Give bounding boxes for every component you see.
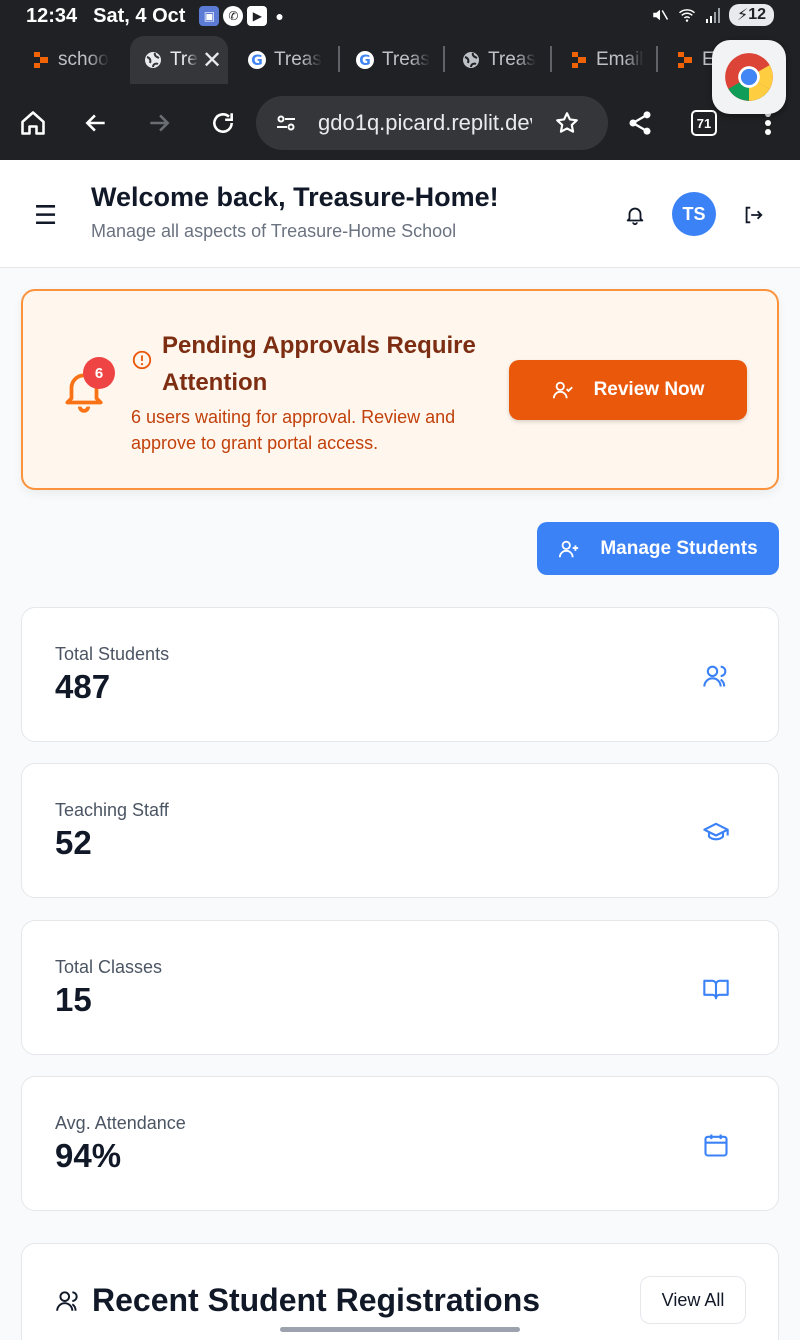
url-text: gdo1q.picard.replit.dev [318,110,532,135]
home-icon [21,111,45,135]
stat-label: Teaching Staff [55,800,169,820]
stat-value: 52 [55,824,92,861]
browser-tab-strip: schoo Tre ✕ G Treas G Treas Treas Email … [0,32,800,86]
recent-registrations-card: Recent Student Registrations View All [21,1243,779,1340]
close-tab-icon[interactable]: ✕ [202,46,222,75]
review-now-button[interactable]: Review Now [509,360,747,420]
page-subtitle: Manage all aspects of Treasure-Home Scho… [91,221,457,241]
browser-tab-active[interactable]: Tre ✕ [130,36,228,84]
chrome-app-badge[interactable] [712,40,786,114]
whatsapp-icon: ✆ [223,6,244,26]
pending-approvals-banner: 6 Pending Approvals Require Attention 6 … [21,289,779,490]
user-check-icon [552,381,573,399]
stat-card-teaching-staff[interactable]: Teaching Staff 52 [21,763,779,898]
pending-count-badge: 6 [83,357,115,389]
site-settings-icon[interactable] [274,111,298,135]
mute-icon [653,9,669,21]
stat-label: Total Students [55,644,170,664]
tab-label: Treas [488,49,536,70]
graduation-cap-icon [703,822,729,841]
section-title: Recent Student Registrations [92,1282,541,1318]
home-button[interactable] [10,100,56,146]
users-icon [703,665,727,687]
replit-icon [568,49,590,71]
stat-label: Total Classes [55,957,163,977]
alert-circle-icon [132,350,152,370]
battery-level: 12 [748,6,766,23]
reload-icon [213,113,233,133]
svg-text:G: G [251,53,263,69]
tab-label: Email [596,49,644,70]
google-icon: G [354,49,376,71]
back-button[interactable] [73,100,119,146]
status-time: 12:34 [26,4,78,27]
tab-divider [338,46,340,72]
stat-card-avg-attendance[interactable]: Avg. Attendance 94% [21,1076,779,1211]
tab-label: Treas [382,49,430,70]
google-icon: G [246,49,268,71]
tab-divider [443,46,445,72]
bookmark-star-icon[interactable] [554,110,580,136]
status-system-icons: ⚡ 12 [651,4,774,26]
chrome-logo-icon [725,53,773,101]
notification-app-icon: ▣ [199,6,220,26]
menu-icon[interactable]: ☰ [34,200,57,231]
browser-tab[interactable]: G Treas [246,36,332,84]
status-date: Sat, 4 Oct [93,4,186,27]
browser-tab[interactable]: Treas [460,36,546,84]
reload-button[interactable] [200,100,246,146]
svg-text:G: G [359,53,371,69]
forward-button[interactable] [136,100,182,146]
book-open-icon [703,979,729,1000]
back-arrow-icon [85,114,105,132]
wifi-icon [678,9,695,22]
calendar-icon [704,1134,728,1157]
browser-tab[interactable]: Email [568,36,652,84]
gesture-navigation-bar[interactable] [280,1327,520,1332]
page-title: Welcome back, Treasure-Home! [91,182,499,212]
tab-label: schoo [58,49,109,70]
tab-divider [656,46,658,72]
user-plus-icon [559,540,579,557]
bell-icon [626,207,644,226]
signal-icon [705,8,720,23]
browser-tab[interactable]: schoo [30,36,126,84]
youtube-icon: ▶ [247,6,268,26]
battery-icon: ⚡ 12 [728,4,774,26]
tab-divider [550,46,552,72]
manage-students-button[interactable]: Manage Students [537,522,779,575]
tab-label: Treas [274,49,322,70]
banner-message: 6 users waiting for approval. Review and… [131,407,456,453]
status-notification-icons: ▣ ✆ ▶ ● [199,6,284,26]
browser-tab[interactable]: G Treas [354,36,438,84]
globe-icon [142,49,164,71]
avatar[interactable]: TS [672,192,716,236]
logout-icon [745,206,763,224]
view-all-button[interactable]: View All [640,1276,746,1324]
stat-card-total-classes[interactable]: Total Classes 15 [21,920,779,1055]
dot-icon: ● [275,8,284,24]
tab-label: Tre [170,49,198,70]
status-bar: 12:34 Sat, 4 Oct ▣ ✆ ▶ ● ⚡ 12 [0,0,800,32]
globe-icon [460,49,482,71]
stat-value: 487 [55,668,111,705]
stat-label: Avg. Attendance [55,1113,186,1133]
banner-title: Pending Approvals Require Attention [162,332,476,396]
stat-value: 15 [55,981,92,1018]
notifications-button[interactable] [620,200,650,230]
replit-icon [674,49,696,71]
address-bar[interactable]: gdo1q.picard.replit.dev [256,96,608,150]
review-now-label: Review Now [593,379,705,400]
tab-count: 71 [691,110,717,136]
browser-toolbar: gdo1q.picard.replit.dev 71 [0,86,800,160]
stat-value: 94% [55,1137,122,1174]
logout-button[interactable] [738,200,768,230]
share-icon [629,111,651,135]
stat-card-total-students[interactable]: Total Students 487 [21,607,779,742]
share-button[interactable] [617,100,663,146]
manage-students-label: Manage Students [600,537,758,559]
users-icon [56,1291,78,1311]
forward-arrow-icon [150,114,170,132]
replit-icon [30,49,52,71]
